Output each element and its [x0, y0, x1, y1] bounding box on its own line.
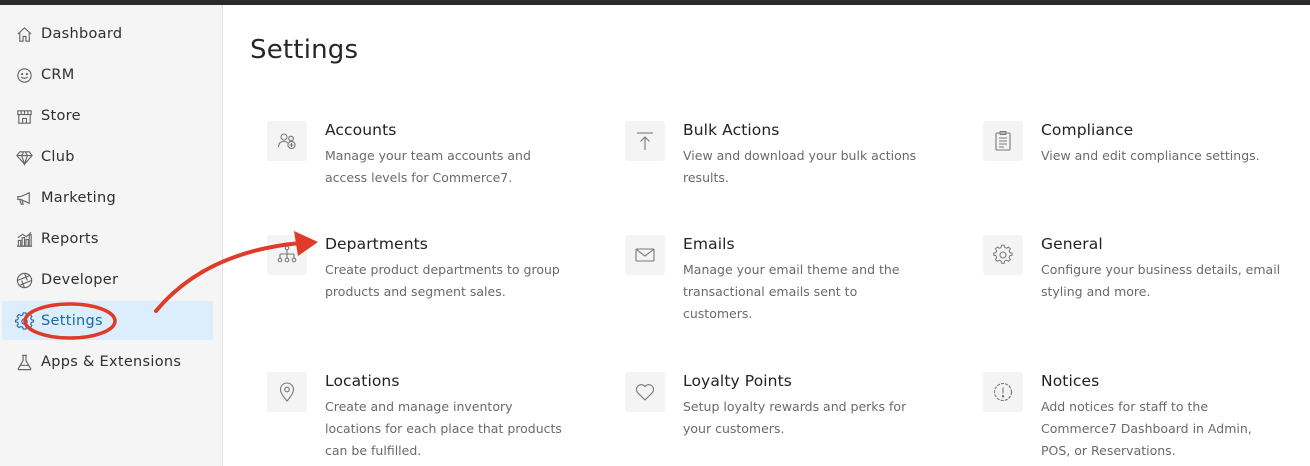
- flask-icon: [14, 352, 34, 372]
- card-title: Departments: [325, 235, 428, 253]
- hierarchy-icon: [267, 235, 307, 275]
- settings-card-emails[interactable]: Emails Manage your email theme and the t…: [625, 235, 955, 345]
- settings-card-locations[interactable]: Locations Create and manage inventory lo…: [267, 372, 597, 466]
- diamond-icon: [14, 147, 34, 167]
- settings-card-compliance[interactable]: Compliance View and edit compliance sett…: [983, 121, 1310, 231]
- home-icon: [14, 24, 34, 44]
- settings-card-general[interactable]: General Configure your business details,…: [983, 235, 1310, 345]
- settings-card-accounts[interactable]: Accounts Manage your team accounts and a…: [267, 121, 597, 231]
- card-description: Add notices for staff to the Commerce7 D…: [1041, 399, 1252, 458]
- map-pin-icon: [267, 372, 307, 412]
- aperture-icon: [14, 270, 34, 290]
- alert-circle-icon: [983, 372, 1023, 412]
- sidebar-item-label: CRM: [41, 66, 75, 83]
- card-title: Bulk Actions: [683, 121, 780, 139]
- sidebar-item-label: Developer: [41, 271, 119, 288]
- sidebar-item-reports[interactable]: Reports: [2, 219, 213, 258]
- card-description: Create and manage inventory locations fo…: [325, 399, 562, 458]
- card-title: General: [1041, 235, 1103, 253]
- upload-icon: [625, 121, 665, 161]
- sidebar-item-store[interactable]: Store: [2, 96, 213, 135]
- bar-chart-icon: [14, 229, 34, 249]
- card-description: Manage your email theme and the transact…: [683, 262, 900, 321]
- sidebar-item-label: Reports: [41, 230, 99, 247]
- sidebar-item-dashboard[interactable]: Dashboard: [2, 14, 213, 53]
- smiley-icon: [14, 65, 34, 85]
- card-description: View and edit compliance settings.: [1041, 148, 1260, 163]
- card-description: Manage your team accounts and access lev…: [325, 148, 531, 185]
- envelope-icon: [625, 235, 665, 275]
- card-description: Create product departments to group prod…: [325, 262, 560, 299]
- card-title: Emails: [683, 235, 735, 253]
- heart-icon: [625, 372, 665, 412]
- main-content: Settings Accounts Manage your team accou…: [224, 5, 1310, 466]
- sidebar-item-settings[interactable]: Settings: [2, 301, 213, 340]
- card-title: Compliance: [1041, 121, 1134, 139]
- card-description: View and download your bulk actions resu…: [683, 148, 917, 185]
- settings-card-loyalty-points[interactable]: Loyalty Points Setup loyalty rewards and…: [625, 372, 955, 466]
- card-description: Setup loyalty rewards and perks for your…: [683, 399, 907, 436]
- sidebar: Dashboard CRM Store Club Marketing Repor…: [0, 5, 223, 466]
- sidebar-item-label: Settings: [41, 312, 103, 329]
- sidebar-item-label: Apps & Extensions: [41, 353, 182, 370]
- card-description: Configure your business details, email s…: [1041, 262, 1281, 299]
- card-title: Accounts: [325, 121, 397, 139]
- card-title: Loyalty Points: [683, 372, 792, 390]
- sidebar-item-label: Club: [41, 148, 75, 165]
- clipboard-icon: [983, 121, 1023, 161]
- megaphone-icon: [14, 188, 34, 208]
- storefront-icon: [14, 106, 34, 126]
- card-title: Locations: [325, 372, 400, 390]
- sidebar-item-label: Dashboard: [41, 25, 123, 42]
- users-add-icon: [267, 121, 307, 161]
- gear-icon: [14, 311, 34, 331]
- sidebar-item-label: Marketing: [41, 189, 116, 206]
- sidebar-item-apps-extensions[interactable]: Apps & Extensions: [2, 342, 213, 381]
- settings-card-bulk-actions[interactable]: Bulk Actions View and download your bulk…: [625, 121, 955, 231]
- sidebar-item-label: Store: [41, 107, 81, 124]
- settings-card-departments[interactable]: Departments Create product departments t…: [267, 235, 597, 345]
- settings-card-notices[interactable]: Notices Add notices for staff to the Com…: [983, 372, 1310, 466]
- page-title: Settings: [250, 35, 359, 65]
- gear-icon: [983, 235, 1023, 275]
- sidebar-item-marketing[interactable]: Marketing: [2, 178, 213, 217]
- card-title: Notices: [1041, 372, 1100, 390]
- sidebar-item-developer[interactable]: Developer: [2, 260, 213, 299]
- sidebar-item-club[interactable]: Club: [2, 137, 213, 176]
- sidebar-item-crm[interactable]: CRM: [2, 55, 213, 94]
